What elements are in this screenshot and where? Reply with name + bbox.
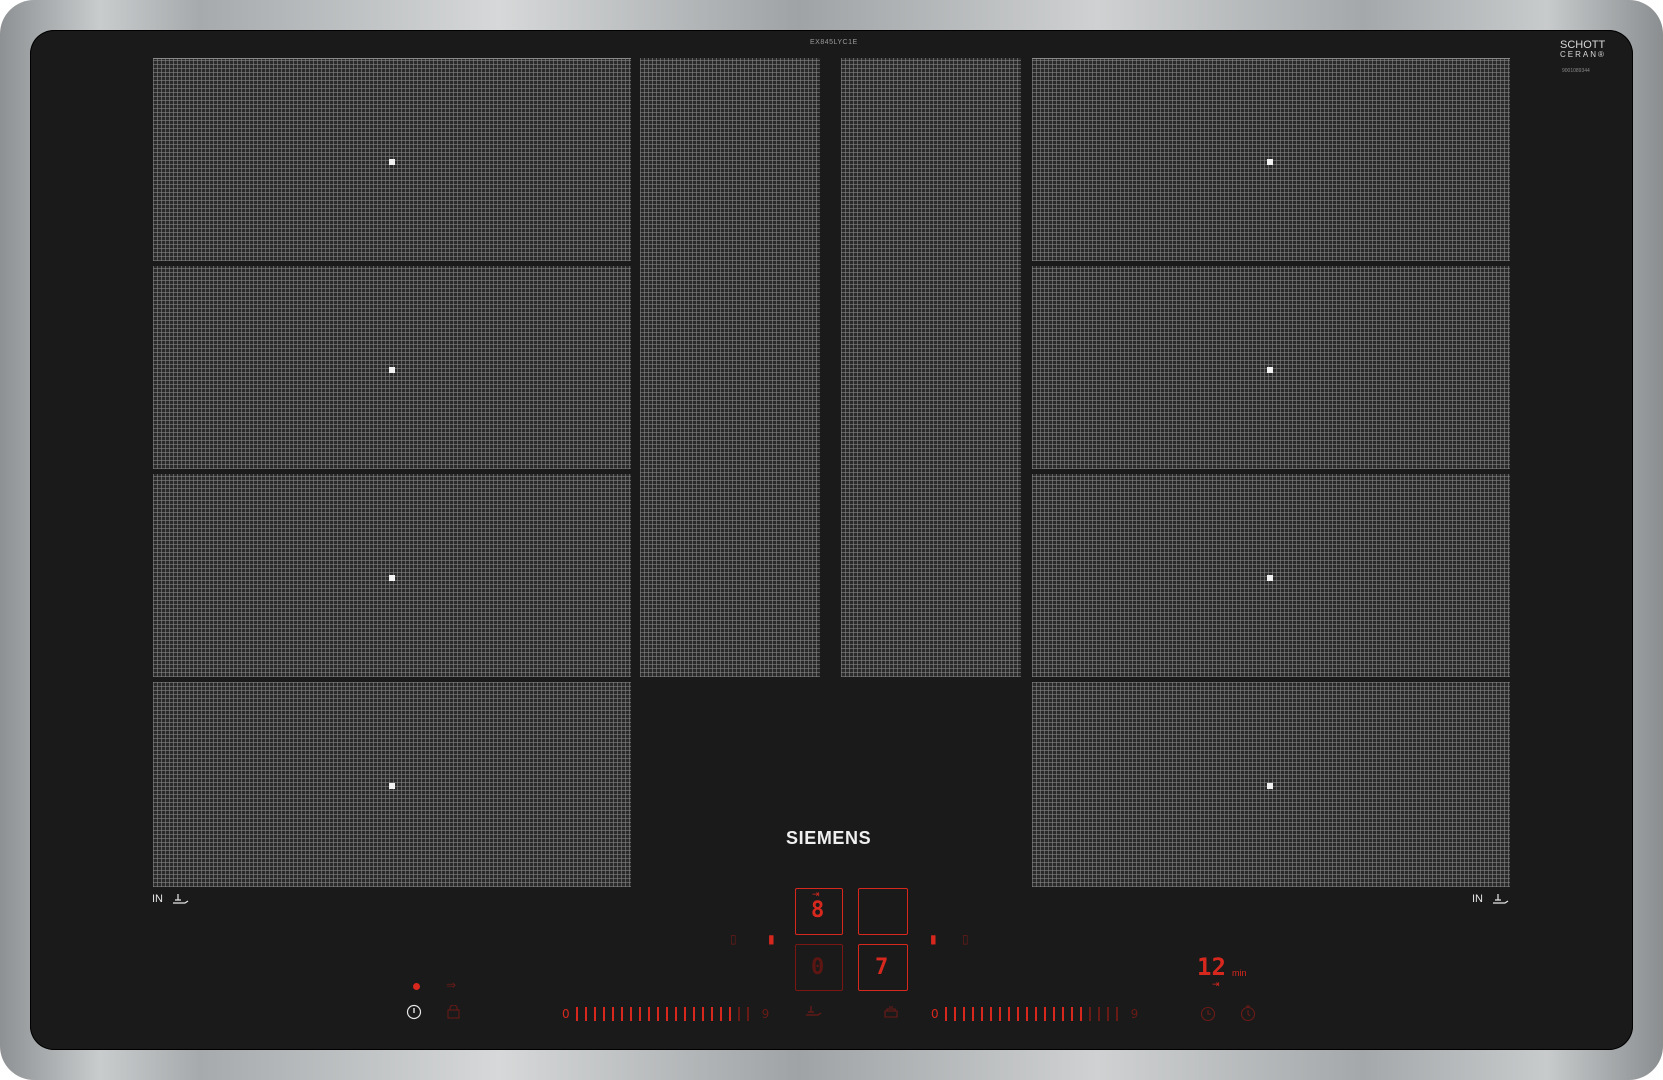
zone-marker-dot (389, 575, 395, 581)
left-zone-value: 0 (811, 955, 825, 980)
flex-pot-icon (1493, 894, 1509, 904)
stopwatch-icon[interactable] (1240, 1004, 1256, 1022)
timer-arrow-icon: ⇥ (1212, 979, 1220, 989)
power-icon[interactable] (406, 1004, 422, 1020)
right-zone-value: 7 (875, 955, 889, 980)
slider-end-label: 9 (761, 1007, 770, 1021)
zone-select-icon[interactable]: ▯ (730, 932, 737, 946)
zone-select-icon[interactable]: ▯ (962, 932, 969, 946)
glass-brand-line2: CERAN® (1560, 50, 1606, 59)
zone-marker-dot (1267, 575, 1273, 581)
right-power-slider[interactable]: 0 9 (925, 1005, 1144, 1023)
timer-unit: min (1232, 968, 1247, 978)
flex-pot-icon (173, 894, 189, 904)
center-left-zone[interactable] (640, 58, 820, 677)
flex-pot-icon[interactable] (805, 1005, 823, 1017)
timer-icon[interactable] (1200, 1006, 1216, 1022)
center-right-zone[interactable] (841, 58, 1021, 677)
timer-value: 12 (1197, 953, 1226, 981)
zone-marker-dot (389, 367, 395, 373)
secondary-display[interactable] (858, 888, 908, 935)
flex-label-left: IN (152, 893, 163, 905)
slider-start-label: 0 (931, 1007, 939, 1021)
zone-select-active-icon[interactable]: ▮ (768, 932, 775, 946)
glass-brand: SCHOTT CERAN® (1560, 40, 1606, 60)
slider-end-label: 9 (1130, 1007, 1139, 1021)
childlock-icon[interactable] (446, 1005, 462, 1019)
zone-marker-dot (389, 783, 395, 789)
wipe-protection-icon[interactable]: ⇒ (446, 978, 456, 992)
zone-marker-dot (1267, 783, 1273, 789)
zone-marker-dot (1267, 367, 1273, 373)
zone-marker-dot (389, 159, 395, 165)
left-power-slider[interactable]: 0 9 (556, 1005, 775, 1023)
zone-select-active-icon[interactable]: ▮ (930, 932, 937, 946)
serial-label: 9001089344 (1562, 68, 1590, 74)
slider-start-label: 0 (562, 1007, 570, 1021)
zone-marker-dot (1267, 159, 1273, 165)
model-label: EX845LYC1E (810, 39, 858, 46)
brand-logo: SIEMENS (786, 828, 872, 848)
flex-label-right: IN (1472, 893, 1483, 905)
glass-brand-line1: SCHOTT (1560, 39, 1606, 51)
power-on-led (413, 983, 420, 990)
power-level-value: 8 (811, 898, 825, 923)
keep-warm-icon[interactable] (883, 1005, 899, 1019)
